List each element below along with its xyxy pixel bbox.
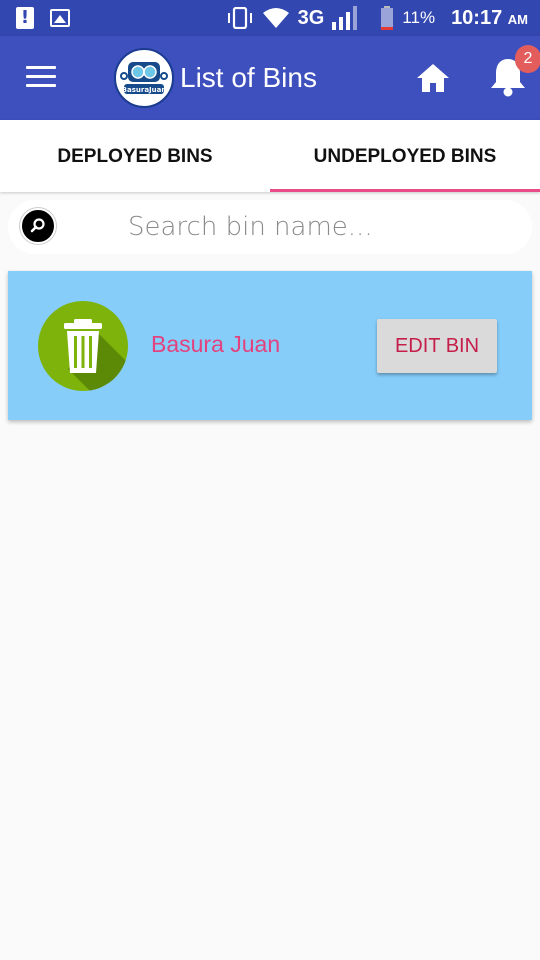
bin-name: Basura Juan xyxy=(151,331,281,357)
app-logo: BasuraJuan xyxy=(114,48,174,108)
hamburger-icon xyxy=(26,66,56,69)
vibrate-icon xyxy=(227,7,252,29)
home-icon[interactable] xyxy=(416,62,450,94)
battery-icon xyxy=(381,6,394,30)
notification-badge: 2 xyxy=(515,45,540,73)
page-title: List of Bins xyxy=(180,62,317,93)
battery-percent: 11% xyxy=(402,8,436,27)
wifi-icon xyxy=(262,8,289,28)
search-input[interactable] xyxy=(128,208,508,246)
logo-text: BasuraJuan xyxy=(122,86,167,94)
tab-undeployed-bins[interactable]: UNDEPLOYED BINS xyxy=(270,120,540,192)
signal-icon xyxy=(332,6,358,30)
status-bar: 3G 11% 10:17 AM xyxy=(0,0,540,36)
bin-card: Basura Juan EDIT BIN xyxy=(8,271,532,420)
trash-icon xyxy=(38,301,128,391)
tab-bar: DEPLOYED BINS UNDEPLOYED BINS xyxy=(0,120,540,192)
network-type: 3G xyxy=(297,6,325,29)
search-icon[interactable] xyxy=(20,208,56,244)
image-notification-icon xyxy=(50,9,70,27)
search-bar xyxy=(8,200,532,254)
tab-deployed-bins[interactable]: DEPLOYED BINS xyxy=(0,120,270,192)
edit-bin-button[interactable]: EDIT BIN xyxy=(377,319,497,373)
app-bar: BasuraJuan List of Bins 2 xyxy=(0,36,540,120)
alert-notification-icon xyxy=(16,7,34,29)
clock: 10:17 AM xyxy=(451,6,528,29)
menu-button[interactable] xyxy=(26,66,56,90)
